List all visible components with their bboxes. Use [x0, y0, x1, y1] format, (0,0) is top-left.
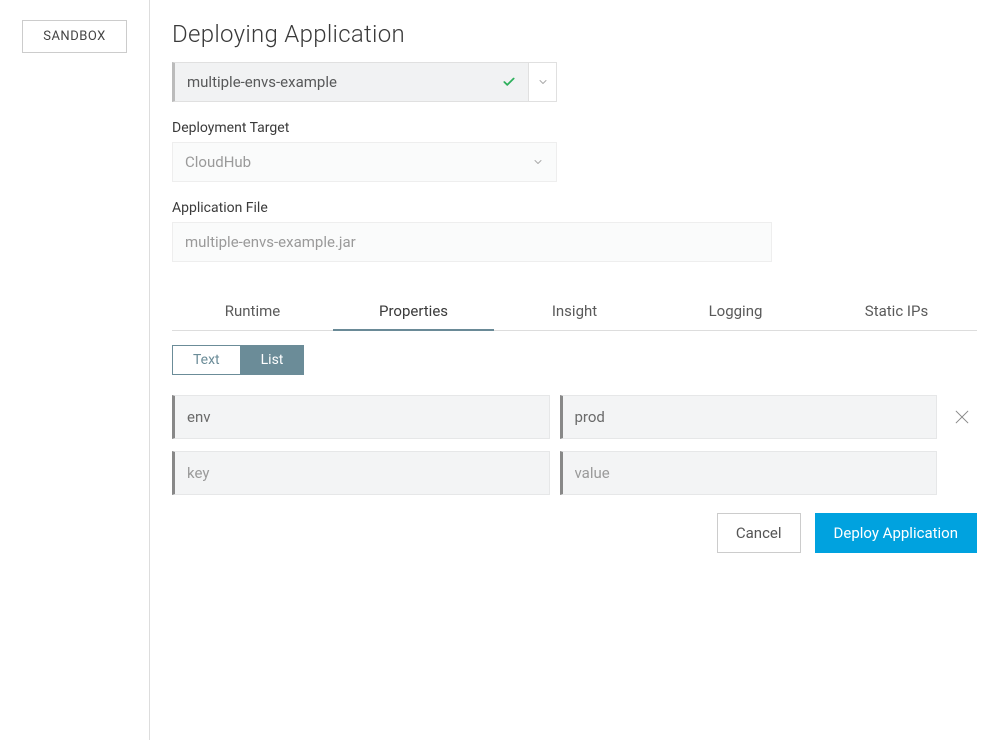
toggle-list-button[interactable]: List — [240, 345, 305, 375]
property-row — [172, 395, 977, 439]
application-name-input[interactable]: multiple-envs-example — [172, 62, 529, 102]
remove-spacer — [947, 458, 977, 488]
application-file-input[interactable]: multiple-envs-example.jar — [172, 222, 772, 262]
deployment-target-value: CloudHub — [185, 153, 251, 171]
application-name-value: multiple-envs-example — [187, 73, 337, 91]
page-title: Deploying Application — [172, 20, 977, 48]
action-bar: Cancel Deploy Application — [172, 513, 977, 553]
config-tabs: Runtime Properties Insight Logging Stati… — [172, 292, 977, 331]
check-icon — [502, 75, 516, 89]
close-icon — [952, 407, 972, 427]
sidebar: SANDBOX — [0, 0, 150, 740]
toggle-text-button[interactable]: Text — [172, 345, 240, 375]
tab-properties[interactable]: Properties — [333, 292, 494, 330]
tab-logging[interactable]: Logging — [655, 292, 816, 330]
property-value-input[interactable] — [560, 395, 938, 439]
tab-insight[interactable]: Insight — [494, 292, 655, 330]
cancel-button[interactable]: Cancel — [717, 513, 801, 553]
tab-static-ips[interactable]: Static IPs — [816, 292, 977, 330]
deploy-button[interactable]: Deploy Application — [815, 513, 977, 553]
chevron-down-icon — [532, 156, 544, 168]
chevron-down-icon — [537, 76, 549, 88]
application-file-value: multiple-envs-example.jar — [185, 233, 356, 251]
property-value-input[interactable] — [560, 451, 938, 495]
main-content: Deploying Application multiple-envs-exam… — [150, 0, 999, 740]
property-key-input[interactable] — [172, 451, 550, 495]
remove-property-button[interactable] — [947, 402, 977, 432]
application-file-label: Application File — [172, 200, 977, 216]
deployment-target-label: Deployment Target — [172, 120, 977, 136]
application-file-field: Application File multiple-envs-example.j… — [172, 200, 977, 262]
environment-badge[interactable]: SANDBOX — [22, 20, 127, 53]
application-name-dropdown-button[interactable] — [529, 62, 557, 102]
property-row-empty — [172, 451, 977, 495]
properties-view-toggle: Text List — [172, 345, 304, 375]
deployment-target-field: Deployment Target CloudHub — [172, 120, 977, 182]
deployment-target-select[interactable]: CloudHub — [172, 142, 557, 182]
tab-runtime[interactable]: Runtime — [172, 292, 333, 330]
application-name-select[interactable]: multiple-envs-example — [172, 62, 557, 102]
property-key-input[interactable] — [172, 395, 550, 439]
